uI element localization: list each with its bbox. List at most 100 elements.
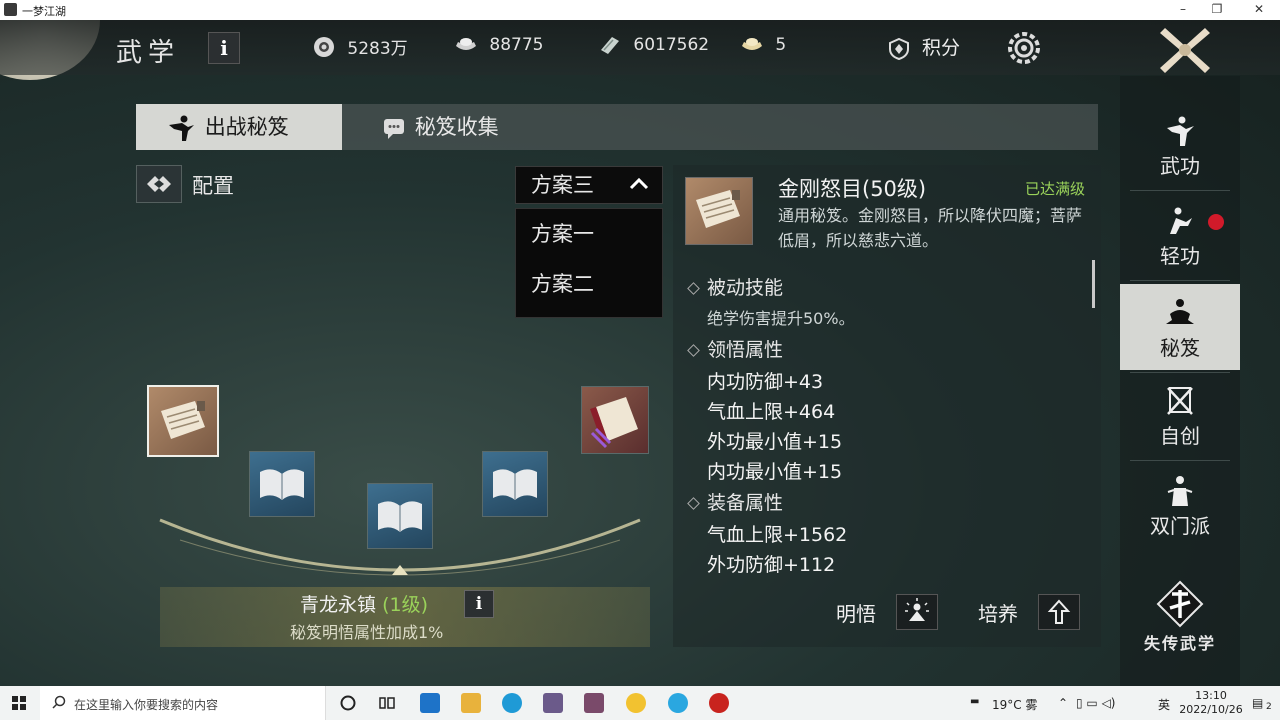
shield-icon (889, 37, 909, 60)
enlighten-button[interactable]: 明悟 (836, 594, 938, 630)
nav-manuals[interactable]: 秘笈 (1120, 284, 1240, 370)
resource-value: 5 (775, 35, 787, 55)
link-icon (147, 176, 171, 192)
edge-browser-icon[interactable] (502, 693, 522, 713)
lost-skills-button[interactable]: 失传武学 (1120, 576, 1240, 662)
book-icon (260, 469, 304, 500)
enlighten-icon-box (896, 594, 938, 630)
taskbar-clock[interactable]: 13:10 2022/10/26 (1176, 689, 1246, 717)
set-bonus-name: 青龙永镇 (1级) (300, 590, 428, 617)
manual-slot-2[interactable] (249, 451, 315, 517)
nav-label: 轻功 (1160, 244, 1200, 268)
upgrade-arrow-icon (1047, 599, 1071, 624)
minimize-button[interactable]: – (1174, 2, 1192, 16)
detail-description: 通用秘笈。金刚怒目，所以降伏四魔；菩萨低眉，所以慈悲六道。 (778, 206, 1083, 250)
comprehend-stat: 内功最小值+15 (707, 461, 843, 483)
taskbar-search[interactable]: 在这里输入你要搜索的内容 (40, 686, 326, 720)
plan-option-2[interactable]: 方案二 (516, 259, 662, 309)
passive-skill-text: 绝学伤害提升50%。 (707, 309, 855, 328)
lightfoot-icon (1170, 207, 1192, 234)
nav-label: 双门派 (1150, 514, 1210, 538)
cultivate-icon-box (1038, 594, 1080, 630)
resource-coin: 5283万 (312, 34, 408, 60)
file-explorer-icon[interactable] (461, 693, 481, 713)
manual-slot-5[interactable] (581, 386, 649, 454)
set-bonus-panel: 青龙永镇 (1级) i 秘笈明悟属性加成1% (160, 587, 650, 647)
window-title: 一梦江湖 (22, 5, 66, 18)
search-placeholder: 在这里输入你要搜索的内容 (74, 698, 219, 712)
nav-lightfoot[interactable]: 轻功 (1120, 192, 1240, 278)
manual-slot-4[interactable] (482, 451, 548, 517)
settings-gear-icon[interactable] (1006, 30, 1042, 66)
equip-stat: 气血上限+1562 (707, 524, 848, 546)
notification-count: 2 (1266, 702, 1272, 712)
cultivate-label: 培养 (978, 602, 1018, 626)
detail-status: 已达满级 (1025, 180, 1086, 198)
gold-ingot-icon (742, 38, 762, 50)
set-bonus-level: (1级) (382, 594, 428, 616)
equip-header: 装备属性 (687, 488, 783, 515)
score-button[interactable]: 积分 (888, 33, 960, 60)
resource-value: 88775 (489, 35, 544, 55)
tray-status-icons[interactable]: ▯ ▭ ◁) (1076, 696, 1115, 710)
coin-icon (314, 36, 334, 57)
resource-jade: 6017562 (598, 34, 709, 60)
set-bonus-info-button[interactable]: i (464, 590, 494, 618)
tab-bar: 出战秘笈 秘笈收集 (136, 104, 1098, 150)
browser-app-icon[interactable] (668, 693, 688, 713)
plan-dropdown-selected[interactable]: 方案三 (515, 166, 663, 204)
manual-detail-panel: 金刚怒目(50级) 已达满级 通用秘笈。金刚怒目，所以降伏四魔；菩萨低眉，所以慈… (673, 165, 1101, 647)
mail-app-icon[interactable] (420, 693, 440, 713)
os-taskbar: 在这里输入你要搜索的内容 ▬ 19°C 雾 ⌃ ▯ ▭ ◁) 英 13:10 2… (0, 686, 1280, 720)
media-app-icon[interactable] (709, 693, 729, 713)
book-icon (378, 501, 422, 532)
comprehend-header: 领悟属性 (687, 335, 783, 362)
manual-slot-3[interactable] (367, 483, 433, 549)
resource-value: 6017562 (633, 35, 710, 55)
cultivate-button[interactable]: 培养 (978, 594, 1080, 630)
manual-slot-1[interactable] (147, 385, 219, 457)
plan-dropdown: 方案三 方案一 方案二 (515, 166, 663, 318)
meditation-icon (1166, 299, 1194, 324)
set-bonus-title: 青龙永镇 (300, 594, 377, 616)
chat-bubble-icon (384, 119, 404, 139)
notification-center-icon[interactable]: ▤ (1252, 696, 1263, 710)
resource-silver: 88775 (454, 34, 544, 60)
detail-title: 金刚怒目(50级) (778, 177, 927, 201)
enlighten-figure-icon (905, 598, 929, 621)
tab-label: 出战秘笈 (204, 115, 289, 139)
game-viewport: 武学 i 5283万 88775 6017562 5 积分 出战秘笈 秘笈收集 … (0, 20, 1280, 686)
chat-app-icon[interactable] (626, 693, 646, 713)
game-app-icon-2[interactable] (584, 693, 604, 713)
plan-option-1[interactable]: 方案一 (516, 209, 662, 259)
window-titlebar: 一梦江湖 – ❐ ✕ (0, 0, 1280, 20)
red-manual-icon (590, 397, 638, 449)
dual-sect-icon (1167, 476, 1193, 506)
close-window-button[interactable]: ✕ (1250, 2, 1268, 16)
task-view-icon[interactable] (377, 693, 397, 713)
windows-start-icon[interactable] (12, 696, 26, 710)
game-app-icon[interactable] (543, 693, 563, 713)
tray-chevron-icon[interactable]: ⌃ (1058, 696, 1068, 710)
martial-figure-icon (1167, 116, 1194, 146)
tab-active-manuals[interactable]: 出战秘笈 (136, 104, 342, 150)
top-bar: 武学 i 5283万 88775 6017562 5 积分 (0, 20, 1280, 75)
tab-manual-collection[interactable]: 秘笈收集 (342, 104, 542, 150)
cortana-icon[interactable] (338, 693, 358, 713)
chevron-up-icon (629, 177, 649, 190)
detail-scrollbar[interactable] (1092, 260, 1095, 308)
ime-indicator[interactable]: 英 (1158, 696, 1170, 713)
info-button[interactable]: i (208, 32, 240, 64)
nav-self-created[interactable]: 自创 (1120, 372, 1240, 458)
resource-value: 5283万 (347, 39, 408, 59)
nav-martial-arts[interactable]: 武功 (1120, 102, 1240, 188)
restore-button[interactable]: ❐ (1208, 2, 1226, 16)
nav-dual-sect[interactable]: 双门派 (1120, 462, 1240, 548)
screen-title: 武学 (116, 38, 181, 68)
passive-skill-header: 被动技能 (687, 273, 783, 300)
weather-text[interactable]: 19°C 雾 (992, 696, 1037, 713)
silver-ingot-icon (456, 38, 476, 50)
close-screen-icon[interactable] (1150, 20, 1220, 78)
weather-icon: ▬ (970, 696, 980, 707)
clock-time: 13:10 (1195, 689, 1227, 702)
